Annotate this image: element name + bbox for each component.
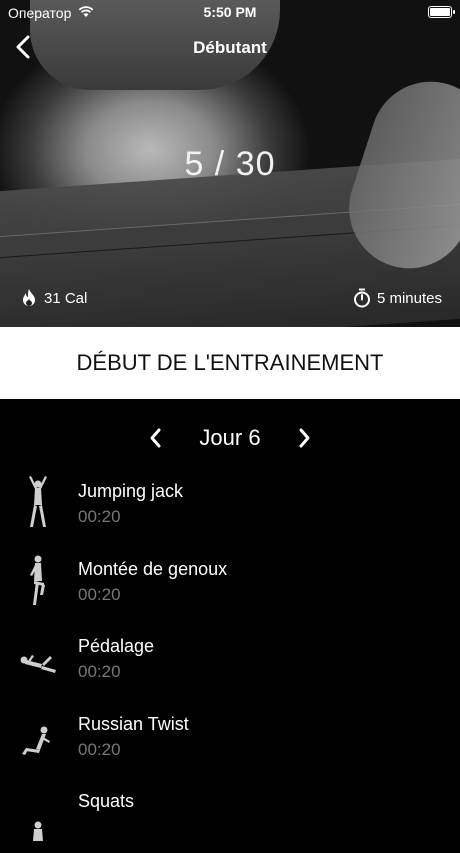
start-workout-button[interactable]: DÉBUT DE L'ENTRAINEMENT (0, 327, 460, 399)
progress-counter: 5 / 30 (184, 145, 276, 183)
exercise-name: Russian Twist (78, 713, 189, 734)
exercise-item[interactable]: Squats (0, 775, 460, 853)
calories-label: 31 Cal (44, 289, 88, 307)
next-day-icon[interactable] (295, 427, 313, 449)
exercise-duration: 00:20 (78, 507, 121, 526)
high-knees-figure-icon (30, 555, 45, 605)
exercise-duration: 00:20 (78, 739, 121, 759)
exercise-name: Montée de genoux (78, 558, 228, 579)
exercise-name: Pédalage (78, 636, 155, 656)
exercise-item[interactable]: Jumping jack 00:20 (0, 465, 460, 543)
exercise-item[interactable]: Montée de genoux 00:20 (0, 543, 460, 621)
russian-twist-figure-icon (22, 726, 50, 755)
day-navigator: Jour 6 (0, 418, 460, 458)
bicycle-crunch-figure-icon (20, 655, 56, 673)
squat-figure-icon (33, 821, 43, 841)
duration-stat: 5 minutes (353, 288, 442, 308)
exercise-item[interactable]: Russian Twist 00:20 (0, 698, 460, 776)
exercise-duration: 00:20 (78, 662, 121, 681)
exercise-name: Squats (78, 791, 135, 811)
exercise-list: Jumping jack 00:20 Montée de genoux 00:2… (0, 465, 460, 853)
exercise-duration: 00:20 (78, 584, 121, 604)
day-label: Jour 6 (199, 425, 261, 450)
calories-stat: 31 Cal (20, 288, 87, 308)
battery-icon (428, 6, 455, 18)
stopwatch-icon (353, 288, 370, 308)
flame-icon (23, 289, 35, 306)
exercise-item[interactable]: Pédalage 00:20 (0, 620, 460, 698)
page-title: Débutant (193, 38, 267, 57)
previous-day-icon[interactable] (147, 427, 165, 449)
duration-label: 5 minutes (376, 289, 442, 307)
status-time: 5:50 PM (203, 4, 257, 20)
exercise-name: Jumping jack (78, 481, 184, 501)
status-bar: Оператор 5:50 PM (0, 0, 460, 26)
jumping-jack-figure-icon (29, 476, 47, 527)
